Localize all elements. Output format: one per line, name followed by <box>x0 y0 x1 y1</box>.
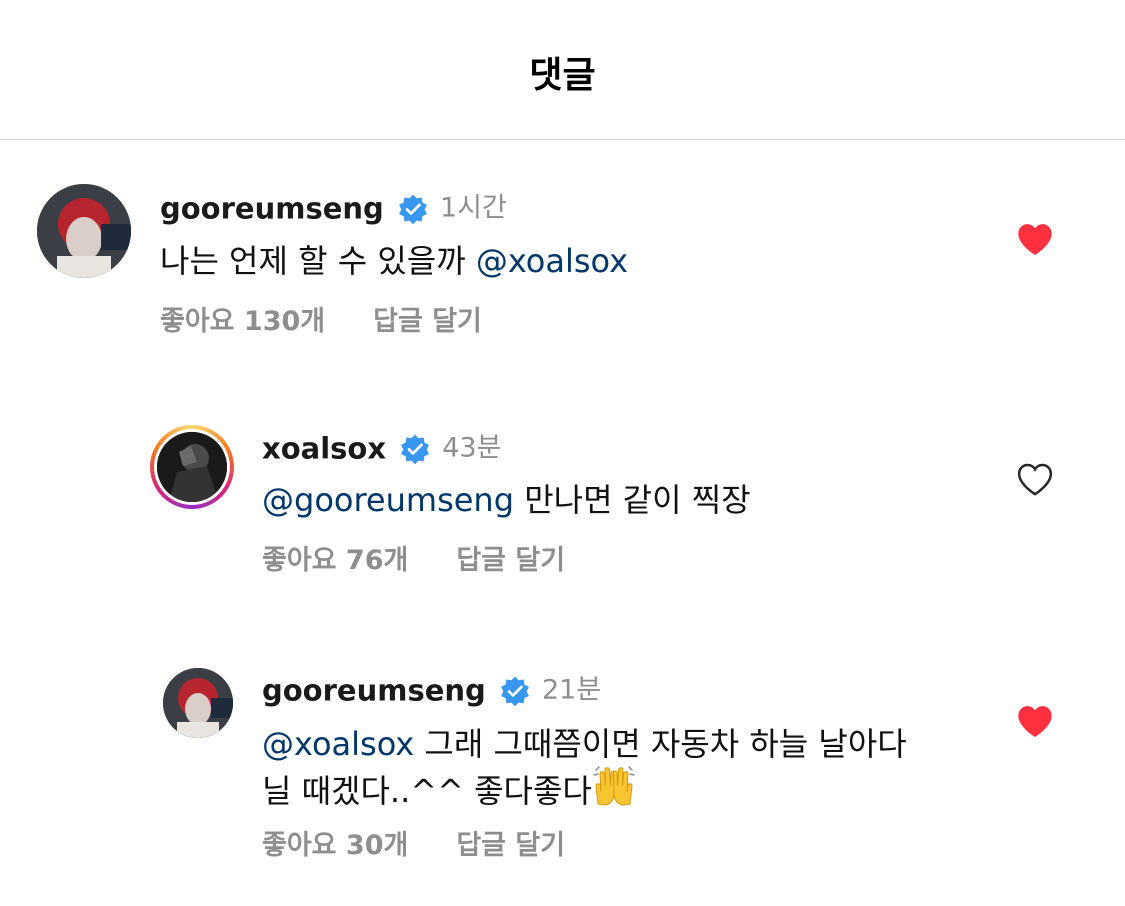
heart-icon[interactable] <box>1015 702 1055 742</box>
likes-count[interactable]: 좋아요 30개 <box>262 830 408 861</box>
comment-meta: xoalsox 43분 <box>262 430 501 466</box>
comment-body-line1: 그래 그때쯤이면 자동차 하늘 날아다 <box>424 725 907 763</box>
avatar[interactable] <box>157 432 227 502</box>
timestamp: 21분 <box>541 674 602 706</box>
comment-text: @gooreumseng 만나면 같이 찍장 <box>262 474 751 526</box>
comment-body: 나는 언제 할 수 있을까 <box>160 242 466 280</box>
header: 댓글 <box>0 0 1125 140</box>
timestamp: 43분 <box>442 432 502 464</box>
username[interactable]: gooreumseng <box>160 192 384 226</box>
comment-actions: 좋아요 76개 답글 달기 <box>262 543 565 579</box>
verified-badge-icon <box>401 434 430 464</box>
verified-badge-icon <box>500 676 529 706</box>
reply-button[interactable]: 답글 달기 <box>456 830 565 861</box>
likes-count[interactable]: 좋아요 130개 <box>160 306 325 337</box>
heart-icon[interactable] <box>1015 220 1055 260</box>
comment-actions: 좋아요 30개 답글 달기 <box>262 828 565 864</box>
comments-screen: 댓글 gooreumseng 1시간 나는 언제 할 수 있을까 @xoalso… <box>0 0 1125 906</box>
comment-body: 만나면 같이 찍장 <box>524 481 751 519</box>
comment-text: @xoalsox 그래 그때쯤이면 자동차 하늘 날아다 <box>262 718 907 770</box>
comment-meta: gooreumseng 1시간 <box>160 190 507 226</box>
reply-button[interactable]: 답글 달기 <box>373 306 482 337</box>
verified-badge-icon <box>398 194 427 224</box>
avatar[interactable] <box>37 184 131 278</box>
comment-text-continued: 닐 때겠다..^^ 좋다좋다 <box>262 764 636 817</box>
comment-meta: gooreumseng 21분 <box>262 672 601 708</box>
username[interactable]: xoalsox <box>262 432 386 466</box>
comment-body-line2: 닐 때겠다..^^ 좋다좋다 <box>262 772 592 810</box>
username[interactable]: gooreumseng <box>262 674 486 708</box>
mention-link[interactable]: @xoalsox <box>262 725 414 763</box>
comment-text: 나는 언제 할 수 있을까 @xoalsox <box>160 235 628 287</box>
likes-count[interactable]: 좋아요 76개 <box>262 545 408 576</box>
heart-icon[interactable] <box>1015 460 1055 500</box>
raising-hands-emoji <box>593 766 635 806</box>
mention-link[interactable]: @xoalsox <box>476 242 628 280</box>
mention-link[interactable]: @gooreumseng <box>262 481 514 519</box>
timestamp: 1시간 <box>439 192 507 224</box>
comment-actions: 좋아요 130개 답글 달기 <box>160 304 482 340</box>
page-title: 댓글 <box>529 55 596 96</box>
avatar[interactable] <box>163 668 233 738</box>
reply-button[interactable]: 답글 달기 <box>456 545 565 576</box>
